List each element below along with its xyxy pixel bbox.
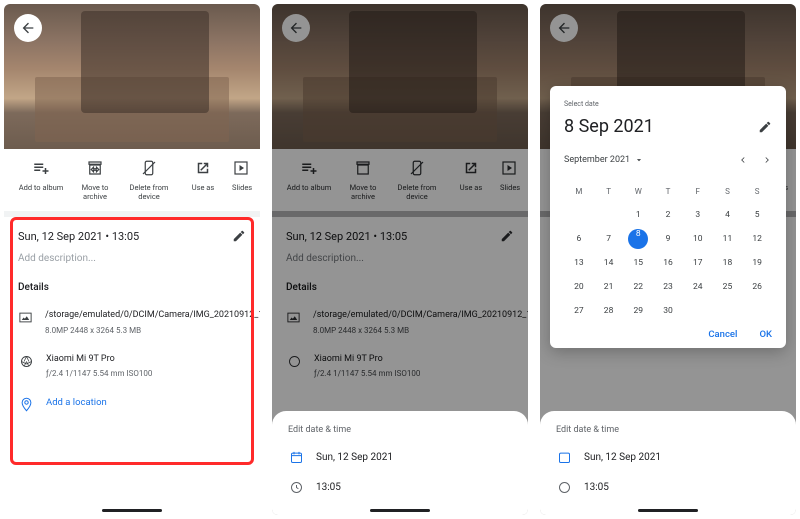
calendar-day[interactable]: 8 <box>623 227 653 251</box>
delete-device-icon <box>140 159 158 177</box>
calendar-day[interactable]: 2 <box>653 203 683 227</box>
clock-icon <box>289 480 304 495</box>
picker-label: Select date <box>564 100 772 108</box>
calendar-day[interactable]: 25 <box>713 275 743 299</box>
calendar-day[interactable]: 5 <box>742 203 772 227</box>
datetime-label: Sun, 12 Sep 2021 • 13:05 <box>18 230 139 243</box>
info-panel: Sun, 12 Sep 2021 • 13:05 Add description… <box>4 217 260 420</box>
picker-selected-date: 8 Sep 2021 <box>564 116 654 137</box>
edit-datetime-button[interactable] <box>232 229 246 243</box>
dow-label: T <box>653 179 683 203</box>
phone-edit-sheet-screen: Add to album Move to archive Delete from… <box>272 4 528 515</box>
calendar-day[interactable]: 7 <box>594 227 624 251</box>
calendar-day[interactable]: 26 <box>742 275 772 299</box>
calendar-day[interactable]: 19 <box>742 251 772 275</box>
nav-bar[interactable] <box>370 509 430 512</box>
device-info-row: Xiaomi Mi 9T Proƒ/2.4 1/1147 5.54 mm ISO… <box>18 353 246 381</box>
calendar-day[interactable]: 16 <box>653 251 683 275</box>
dow-label: W <box>623 179 653 203</box>
back-button[interactable] <box>14 14 42 42</box>
calendar-day <box>594 203 624 227</box>
add-location-row[interactable]: Add a location <box>18 396 246 412</box>
nav-bar[interactable] <box>638 509 698 512</box>
calendar-icon <box>289 450 304 465</box>
phone-info-screen: Add to album Move to archive Delete from… <box>4 4 260 515</box>
calendar-day[interactable]: 9 <box>653 227 683 251</box>
sheet-title: Edit date & time <box>288 425 512 435</box>
dow-label: M <box>564 179 594 203</box>
calendar-day[interactable]: 11 <box>713 227 743 251</box>
calendar-day[interactable]: 22 <box>623 275 653 299</box>
dow-label: S <box>713 179 743 203</box>
calendar-day[interactable]: 4 <box>713 203 743 227</box>
open-in-new-icon <box>194 159 212 177</box>
slideshow-action[interactable]: Slides <box>232 159 252 201</box>
calendar-day[interactable]: 14 <box>594 251 624 275</box>
location-icon <box>19 397 34 412</box>
calendar-day[interactable]: 23 <box>653 275 683 299</box>
edit-time-row[interactable]: 13:05 <box>288 479 512 495</box>
calendar-day[interactable]: 12 <box>742 227 772 251</box>
calendar-day <box>742 299 772 323</box>
file-info-row: /storage/emulated/0/DCIM/Camera/IMG_2021… <box>18 309 246 337</box>
description-input[interactable]: Add description... <box>18 253 246 264</box>
calendar-grid: MTWTFSS 12345678910111213141516171819202… <box>564 179 772 323</box>
aperture-icon <box>19 354 34 369</box>
month-selector[interactable]: September 2021 <box>564 155 644 165</box>
use-as-action[interactable]: Use as <box>178 159 228 201</box>
archive-icon <box>86 159 104 177</box>
edit-date-row[interactable]: Sun, 12 Sep 2021 <box>288 449 512 465</box>
dropdown-icon <box>634 155 644 165</box>
edit-datetime-sheet: Edit date & time Sun, 12 Sep 2021 13:05 <box>540 411 796 515</box>
photo-preview <box>4 4 260 149</box>
calendar-day[interactable]: 28 <box>594 299 624 323</box>
calendar-day[interactable]: 17 <box>683 251 713 275</box>
calendar-day[interactable]: 1 <box>623 203 653 227</box>
calendar-day <box>564 203 594 227</box>
calendar-day[interactable]: 20 <box>564 275 594 299</box>
picker-cancel-button[interactable]: Cancel <box>708 329 737 340</box>
calendar-day[interactable]: 15 <box>623 251 653 275</box>
calendar-day[interactable]: 24 <box>683 275 713 299</box>
add-to-album-action[interactable]: Add to album <box>16 159 66 201</box>
action-bar: Add to album Move to archive Delete from… <box>4 149 260 211</box>
next-month-button[interactable] <box>762 155 772 165</box>
slideshow-icon <box>232 159 250 177</box>
calendar-day[interactable]: 6 <box>564 227 594 251</box>
calendar-day[interactable]: 10 <box>683 227 713 251</box>
delete-from-device-action[interactable]: Delete from device <box>124 159 174 201</box>
nav-bar[interactable] <box>102 509 162 512</box>
move-to-archive-action[interactable]: Move to archive <box>70 159 120 201</box>
image-icon <box>18 310 33 325</box>
calendar-day[interactable]: 30 <box>653 299 683 323</box>
calendar-day <box>713 299 743 323</box>
picker-ok-button[interactable]: OK <box>759 329 772 340</box>
playlist-add-icon <box>32 159 50 177</box>
prev-month-button[interactable] <box>738 155 748 165</box>
calendar-day[interactable]: 3 <box>683 203 713 227</box>
calendar-day[interactable]: 27 <box>564 299 594 323</box>
calendar-day <box>683 299 713 323</box>
calendar-day[interactable]: 13 <box>564 251 594 275</box>
calendar-day[interactable]: 18 <box>713 251 743 275</box>
dow-label: T <box>594 179 624 203</box>
phone-date-picker-screen: Add to albumMove to archiveDelete from d… <box>540 4 796 515</box>
date-picker-dialog: Select date 8 Sep 2021 September 2021 MT… <box>550 86 786 348</box>
dow-label: F <box>683 179 713 203</box>
dow-label: S <box>742 179 772 203</box>
calendar-day[interactable]: 21 <box>594 275 624 299</box>
details-heading: Details <box>18 282 246 293</box>
calendar-day[interactable]: 29 <box>623 299 653 323</box>
edit-date-text-button[interactable] <box>758 120 772 134</box>
edit-datetime-sheet: Edit date & time Sun, 12 Sep 2021 13:05 <box>272 411 528 515</box>
arrow-back-icon <box>20 20 36 36</box>
